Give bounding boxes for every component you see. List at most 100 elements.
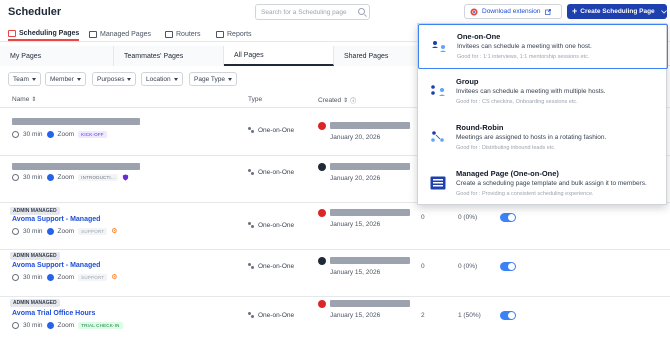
type-cell: One-on-One [248, 312, 294, 319]
enable-toggle[interactable] [500, 262, 516, 271]
table-row[interactable]: ADMIN MANAGED Avoma Support - Managed 30… [0, 203, 670, 250]
option-good-for: Good for : Providing a consistent schedu… [456, 191, 594, 197]
option-title: Round-Robin [456, 123, 504, 132]
enable-toggle[interactable] [500, 311, 516, 320]
filter-location[interactable]: Location [141, 72, 183, 86]
bookings-count: 0 [421, 263, 425, 270]
zoom-icon [46, 273, 54, 281]
created-date: January 20, 2026 [330, 175, 381, 182]
purpose-tag: SUPPORT [78, 227, 108, 235]
type-cell: One-on-One [248, 127, 294, 134]
redacted-creator [330, 209, 410, 216]
conversion-rate: 0 (0%) [458, 263, 478, 270]
row-title[interactable]: Avoma Support - Managed [12, 262, 100, 269]
bookings-count: 2 [421, 312, 425, 319]
one-on-one-icon [248, 312, 255, 319]
one-on-one-icon [248, 222, 255, 229]
tab-reports[interactable]: Reports [216, 27, 252, 41]
option-round-robin[interactable]: Round-Robin Meetings are assigned to hos… [418, 116, 668, 161]
purpose-tag: SUPPORT [78, 273, 108, 281]
purpose-tag: KICK-OFF [78, 131, 107, 138]
filter-purposes[interactable]: Purposes [92, 72, 137, 86]
one-on-one-icon [432, 41, 446, 52]
created-date: January 15, 2026 [330, 221, 381, 228]
option-managed-page[interactable]: Managed Page (One-on-One) Create a sched… [418, 162, 668, 207]
download-extension-label: Download extension [482, 8, 541, 15]
table-row[interactable]: ADMIN MANAGED Avoma Trial Office Hours 3… [0, 297, 670, 346]
type-cell: One-on-One [248, 263, 294, 270]
option-description: Invitees can schedule a meeting with one… [457, 43, 592, 50]
filter-label: Team [13, 75, 29, 83]
column-created[interactable]: Created ⇕ ⓘ [318, 96, 356, 105]
create-button-label: Create Scheduling Page [580, 8, 655, 15]
redacted-title [12, 163, 140, 170]
info-icon: ⓘ [350, 99, 357, 105]
created-date: January 15, 2026 [330, 269, 381, 276]
redacted-creator [330, 300, 410, 307]
router-icon [165, 30, 173, 38]
row-title[interactable]: Avoma Trial Office Hours [12, 310, 95, 317]
subtab-all-pages[interactable]: All Pages [224, 46, 334, 66]
zoom-icon [46, 322, 54, 329]
duration: 30 min [23, 273, 43, 281]
location: Zoom [57, 174, 75, 181]
page-title: Scheduler [8, 6, 62, 18]
option-description: Create a scheduling page template and bu… [456, 180, 647, 187]
tab-scheduling-pages[interactable]: Scheduling Pages [8, 27, 80, 41]
row-title[interactable]: Avoma Support - Managed [12, 216, 100, 223]
column-name[interactable]: Name ⇕ [12, 96, 36, 103]
filter-team[interactable]: Team [8, 72, 41, 86]
column-label: Name [12, 96, 30, 103]
filter-member[interactable]: Member [45, 72, 86, 86]
avatar [318, 163, 326, 171]
avatar [318, 300, 326, 308]
location: Zoom [57, 227, 75, 235]
option-group[interactable]: Group Invitees can schedule a meeting wi… [418, 70, 668, 115]
hubspot-icon: ⚙ [111, 274, 118, 281]
clock-icon [12, 322, 19, 329]
tab-label: Reports [227, 30, 252, 38]
search-input[interactable] [255, 4, 370, 20]
column-label: Created [318, 97, 342, 104]
avatar [318, 257, 326, 265]
subtab-my-pages[interactable]: My Pages [0, 46, 114, 66]
option-description: Meetings are assigned to hosts in a rota… [456, 134, 607, 141]
one-on-one-icon [248, 263, 255, 270]
created-date: January 20, 2026 [330, 134, 381, 141]
top-bar: Scheduler Download extension + Create Sc… [0, 0, 670, 24]
tab-managed-pages[interactable]: Managed Pages [89, 27, 151, 41]
redacted-title [12, 118, 140, 125]
subtab-teammates-pages[interactable]: Teammates' Pages [114, 46, 224, 66]
option-one-on-one[interactable]: One-on-One Invitees can schedule a meeti… [418, 24, 668, 69]
filter-label: Purposes [97, 75, 125, 83]
location: Zoom [57, 322, 75, 329]
filter-page-type[interactable]: Page Type [189, 72, 237, 86]
sort-icon: ⇕ [31, 97, 37, 103]
tab-routers[interactable]: Routers [165, 27, 201, 41]
type-cell: One-on-One [248, 169, 294, 176]
sort-icon: ⇕ [343, 98, 349, 104]
type-label: One-on-One [258, 222, 295, 229]
zoom-icon [46, 131, 54, 138]
conversion-rate: 0 (0%) [458, 214, 478, 221]
one-on-one-icon [248, 127, 255, 134]
admin-managed-badge: ADMIN MANAGED [10, 299, 60, 307]
clock-icon [12, 227, 19, 235]
enable-toggle[interactable] [500, 213, 516, 222]
type-cell: One-on-One [248, 222, 294, 229]
managed-page-icon [430, 176, 446, 190]
table-row[interactable]: ADMIN MANAGED Avoma Support - Managed 30… [0, 250, 670, 297]
download-extension-button[interactable]: Download extension [464, 4, 562, 19]
option-title: Managed Page (One-on-One) [456, 169, 559, 178]
filter-label: Page Type [194, 75, 225, 83]
location: Zoom [57, 273, 75, 281]
purpose-tag: TRIAL CHECK-IN [78, 322, 123, 329]
created-date: January 15, 2026 [330, 312, 381, 319]
create-scheduling-page-button[interactable]: + Create Scheduling Page [567, 4, 667, 19]
avatar [318, 122, 326, 130]
group-icon [431, 85, 445, 96]
one-on-one-icon [248, 169, 255, 176]
column-type: Type [248, 96, 262, 103]
subtab-shared-pages[interactable]: Shared Pages [334, 46, 424, 66]
row-meta: 30 min Zoom SUPPORT ⚙ [12, 227, 118, 235]
